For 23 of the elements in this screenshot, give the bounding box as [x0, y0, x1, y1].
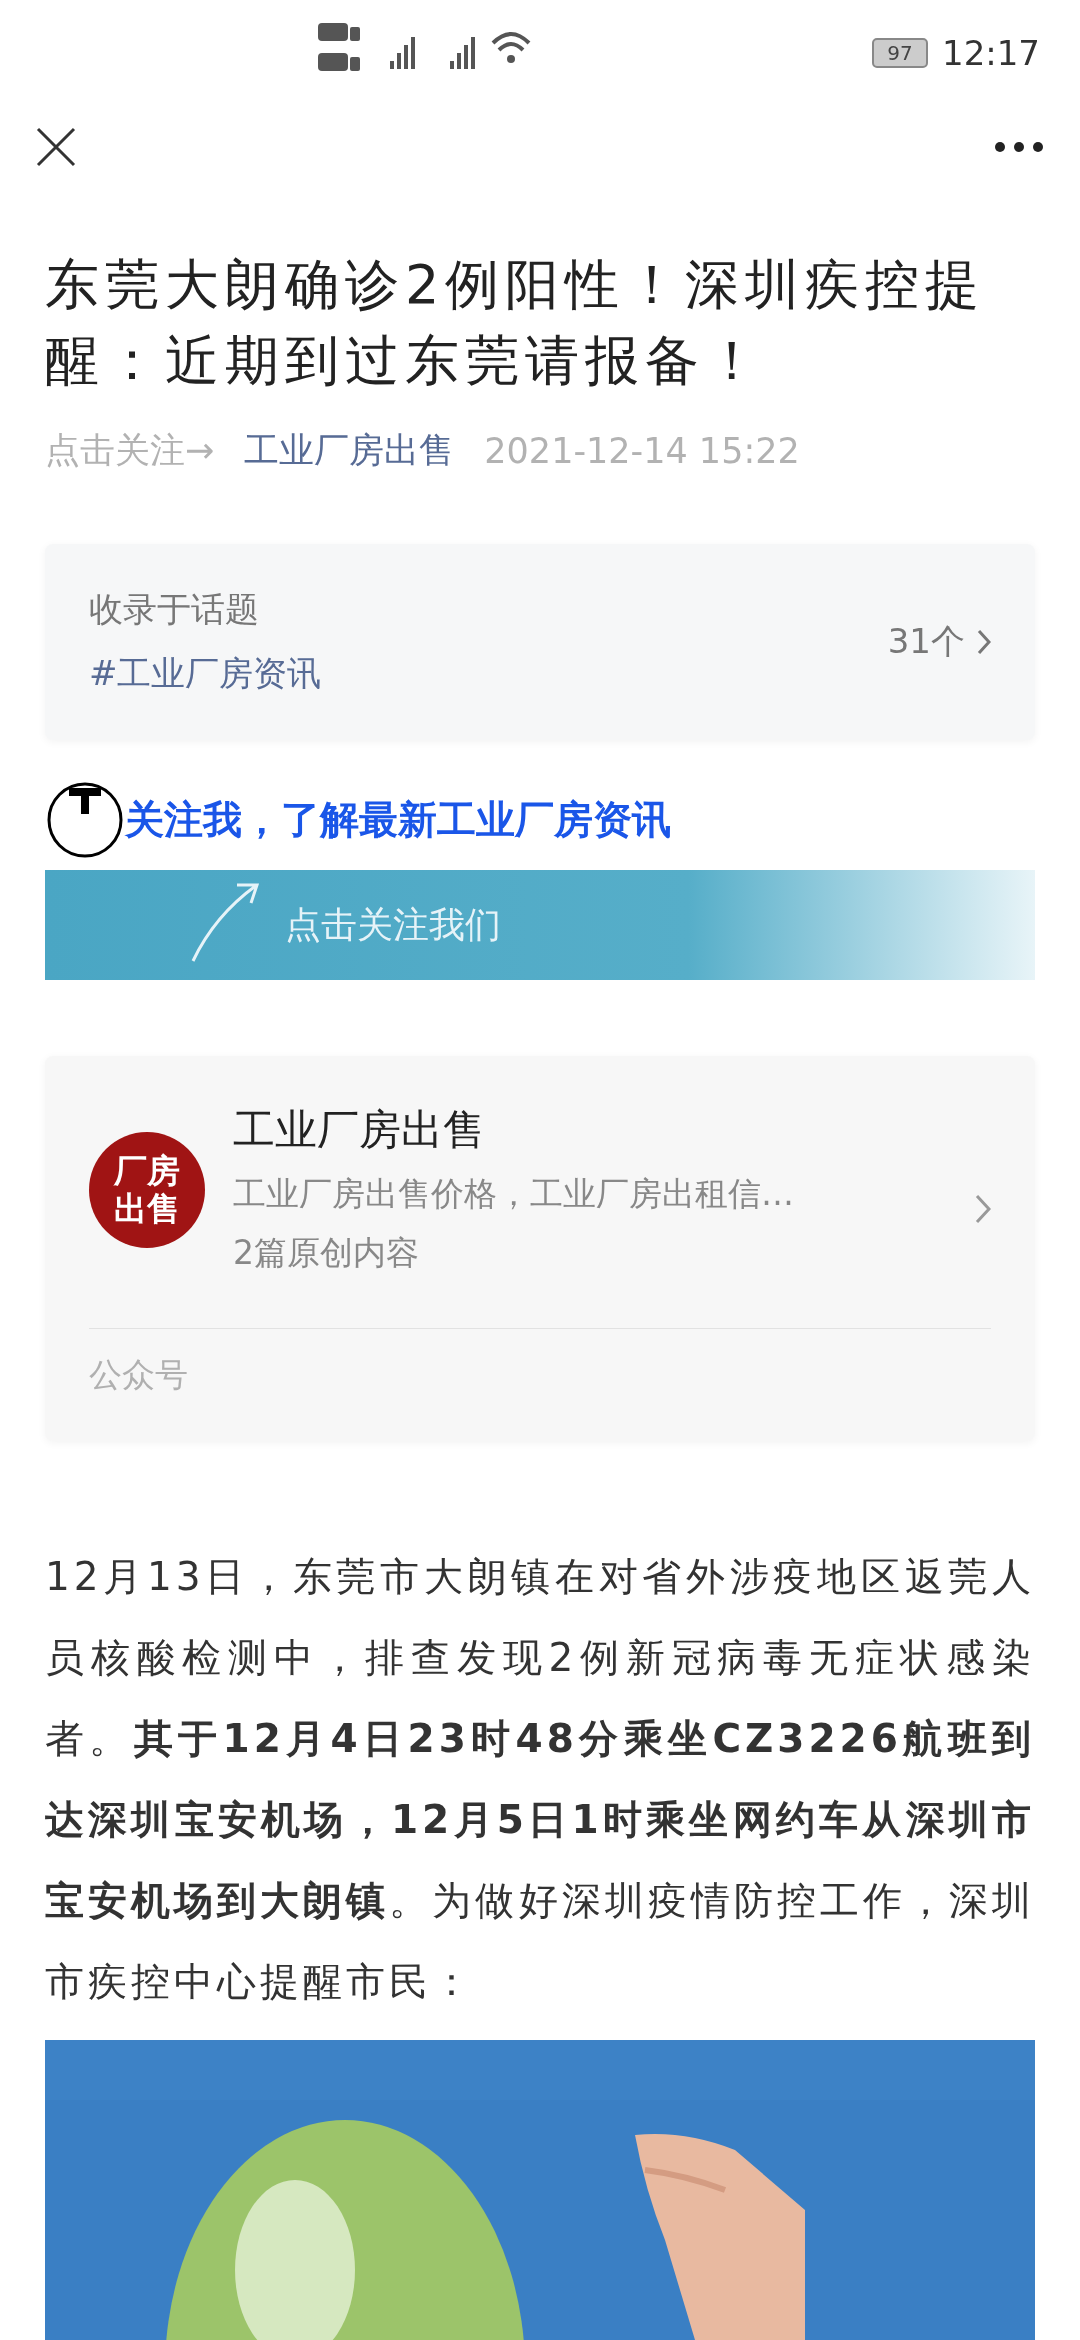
- topic-card[interactable]: 收录于话题 #工业厂房资讯 31个: [45, 544, 1035, 740]
- chevron-icon: [975, 1194, 991, 1224]
- account-card[interactable]: 厂房出售 工业厂房出售 工业厂房出售价格，工业厂房出租信… 2篇原创内容 公众号: [45, 1056, 1035, 1441]
- article-paragraph: 12月13日，东莞市大朗镇在对省外涉疫地区返莞人员核酸检测中，排查发现2例新冠病毒无症状感染者。其于12月4日23时48分乘坐CZ3226航班到达深圳宝安机场，12月5日1时乘坐网约车从深圳市宝安机场到大朗镇。为做好深圳疫情防控工作，深圳市疾控中心提醒市民：: [45, 1553, 1035, 2006]
- account-stats: 2篇原创内容: [233, 1232, 420, 1274]
- follow-prompt: 关注我，了解最新工业厂房资讯: [125, 796, 671, 844]
- banner-text: 点击关注我们: [285, 902, 501, 947]
- battery-level: 97: [872, 37, 928, 68]
- topic-label: 收录于话题: [89, 588, 260, 631]
- publish-date: 2021-12-14 15:22: [484, 430, 800, 471]
- account-name: 工业厂房出售: [233, 1104, 486, 1156]
- clock-time: 12:17: [942, 32, 1040, 73]
- more-icon[interactable]: [994, 141, 1044, 154]
- topic-count[interactable]: 31个: [887, 619, 991, 665]
- account-avatar: 厂房出售: [89, 1132, 205, 1248]
- follow-badge-icon: [45, 780, 125, 860]
- chevron-icon: [977, 629, 991, 655]
- close-icon[interactable]: [36, 127, 76, 168]
- account-description: 工业厂房出售价格，工业厂房出租信…: [233, 1173, 795, 1215]
- account-type: 公众号: [89, 1354, 189, 1396]
- author-link[interactable]: 工业厂房出售: [244, 427, 455, 474]
- topic-link[interactable]: #工业厂房资讯: [89, 651, 888, 697]
- article-title: 东莞大朗确诊2例阳性！深圳疾控提醒：近期到过东莞请报备！: [45, 252, 987, 394]
